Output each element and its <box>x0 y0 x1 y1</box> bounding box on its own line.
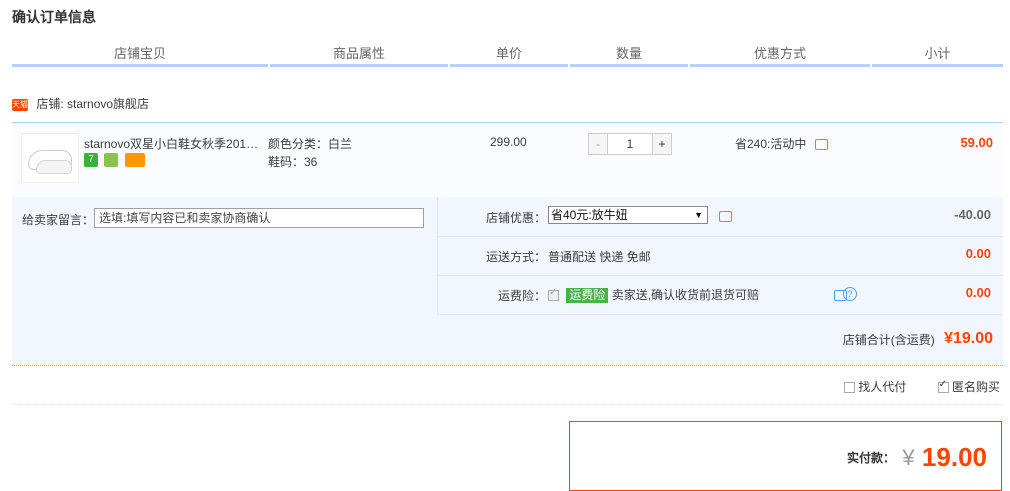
shipping-method: 普通配送 快递 免邮 <box>548 250 651 264</box>
col-header-unit-price: 单价 <box>450 44 568 67</box>
shipping-amount: 0.00 <box>965 246 991 261</box>
insurance-label: 运费险： <box>497 289 546 303</box>
shop-row: 天猫 店铺: starnovo旗舰店 <box>12 94 149 114</box>
attr-size: 鞋码：36 <box>268 155 318 169</box>
help-icon[interactable]: ? <box>843 287 857 301</box>
chat-bubble-icon[interactable] <box>814 139 828 151</box>
memo-input[interactable]: 选填:填写内容已和卖家协商确认 <box>94 208 424 228</box>
payment-amount: 19.00 <box>921 442 987 472</box>
anonymous-option[interactable]: 匿名购买 <box>937 379 1000 394</box>
quantity-input[interactable]: 1 <box>608 133 652 155</box>
service-icons: 7 <box>84 153 148 167</box>
insurance-checkbox[interactable] <box>548 287 559 302</box>
col-header-subtotal: 小计 <box>872 44 1003 67</box>
shop-total-value: ¥19.00 <box>944 330 993 347</box>
shoe-image-right <box>36 160 72 174</box>
dropdown-arrow-icon: ▼ <box>694 210 703 220</box>
shipping-row: 运送方式： 普通配送 快递 免邮 0.00 <box>438 236 1003 276</box>
anonymous-label: 匿名购买 <box>951 380 1000 394</box>
col-header-attributes: 商品属性 <box>270 44 448 67</box>
pay-for-me-checkbox[interactable] <box>843 382 855 394</box>
col-header-quantity: 数量 <box>570 44 688 67</box>
order-options-panel: 给卖家留言： 选填:填写内容已和卖家协商确认 店铺优惠： 省40元:放牛妞 ▼ … <box>12 197 1003 366</box>
insurance-desc: 卖家送,确认收货前退货可赔 <box>611 288 760 302</box>
shop-discount-amount: -40.00 <box>954 207 991 222</box>
chat-bubble-icon[interactable] <box>719 211 732 222</box>
shop-name-link[interactable]: 店铺: starnovo旗舰店 <box>36 97 149 111</box>
column-headers: 店铺宝贝 商品属性 单价 数量 优惠方式 小计 <box>12 44 1003 67</box>
payment-label: 实付款： <box>846 451 895 465</box>
insurance-option: 运费险 卖家送,确认收货前退货可赔 <box>548 286 759 303</box>
shipping-label: 运送方式： <box>485 250 546 264</box>
guarantee-icon[interactable] <box>104 153 119 167</box>
shop-total: 店铺合计(含运费) ¥19.00 <box>843 330 993 348</box>
attr-color: 颜色分类：白兰 <box>268 137 353 151</box>
shop-discount-label: 店铺优惠： <box>485 211 546 225</box>
item-subtotal: 59.00 <box>960 135 993 150</box>
insurance-tag: 运费险 <box>566 288 609 303</box>
memo-label: 给卖家留言： <box>22 213 95 227</box>
unit-price: 299.00 <box>490 135 527 149</box>
col-header-discount: 优惠方式 <box>690 44 870 67</box>
payment-total: 实付款： ¥ 19.00 <box>847 442 987 473</box>
insurance-row: 运费险： 运费险 卖家送,确认收货前退货可赔 ? 0.00 <box>438 275 1003 315</box>
credit-card-icon[interactable] <box>124 153 145 167</box>
order-item-row: starnovo双星小白鞋女秋季2018新款 7 颜色分类：白兰 鞋码：36 2… <box>12 122 1003 198</box>
promotion-text: 省240:活动中 <box>735 137 807 151</box>
pay-for-me-option[interactable]: 找人代付 <box>843 380 910 394</box>
promotion-info: 省240:活动中 <box>735 135 828 152</box>
col-header-shop-item: 店铺宝贝 <box>12 44 268 67</box>
product-thumbnail[interactable] <box>21 133 79 183</box>
anonymous-checkbox[interactable] <box>937 379 949 394</box>
quantity-minus-button[interactable]: - <box>588 133 608 155</box>
tmall-badge-icon: 天猫 <box>12 98 28 111</box>
shop-total-label: 店铺合计(含运费) <box>842 332 935 347</box>
currency-symbol: ¥ <box>902 444 915 470</box>
seven-day-return-icon[interactable]: 7 <box>84 153 98 167</box>
page-title: 确认订单信息 <box>12 9 96 25</box>
payment-summary-box: 实付款： ¥ 19.00 <box>569 421 1002 491</box>
shop-discount-select[interactable]: 省40元:放牛妞 ▼ <box>548 206 708 224</box>
shop-discount-selected: 省40元:放牛妞 <box>551 208 628 222</box>
extra-options: 找人代付 匿名购买 <box>816 378 1000 395</box>
insurance-amount: 0.00 <box>965 285 991 300</box>
quantity-plus-button[interactable]: + <box>652 133 672 155</box>
divider <box>12 404 1003 405</box>
product-title-link[interactable]: starnovo双星小白鞋女秋季2018新款 <box>84 135 264 152</box>
pay-for-me-label: 找人代付 <box>858 380 907 394</box>
shop-discount-row: 店铺优惠： 省40元:放牛妞 ▼ -40.00 <box>438 197 1003 237</box>
product-attributes: 颜色分类：白兰 鞋码：36 <box>268 135 352 171</box>
